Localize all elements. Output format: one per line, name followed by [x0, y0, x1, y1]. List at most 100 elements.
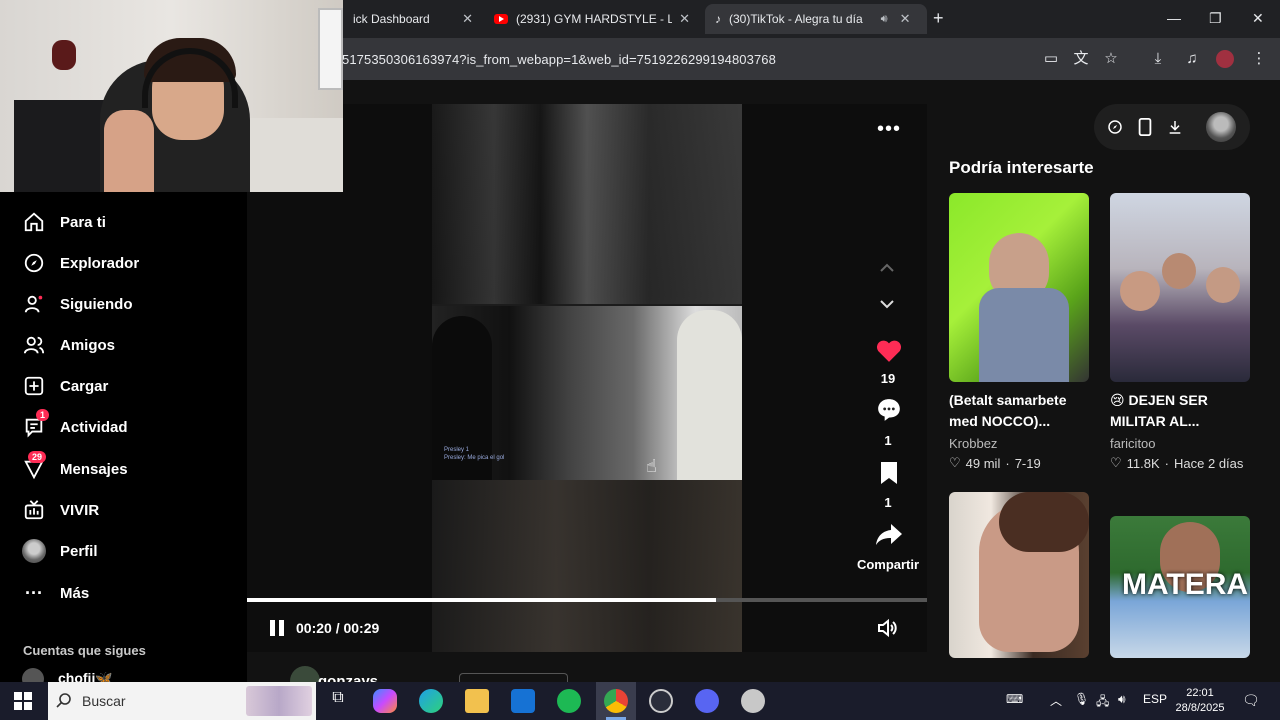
progress-bar-fill	[247, 598, 716, 602]
close-icon[interactable]: ✕	[462, 11, 473, 27]
pause-icon[interactable]	[268, 619, 286, 637]
download-icon[interactable]	[1165, 117, 1185, 137]
recommendation-thumbnail[interactable]	[1110, 193, 1250, 382]
sidebar-item-para-ti[interactable]: Para ti	[22, 208, 242, 236]
speaker-icon[interactable]: 🔊︎	[881, 13, 888, 26]
edge-icon[interactable]	[419, 689, 443, 713]
next-video-icon[interactable]	[879, 298, 895, 314]
tab-youtube[interactable]: (2931) GYM HARDSTYLE - Last ✕	[484, 4, 700, 34]
volume-icon[interactable]	[876, 616, 900, 640]
file-explorer-icon[interactable]	[465, 689, 489, 713]
tab-title: (2931) GYM HARDSTYLE - Last	[516, 12, 672, 26]
discord-icon[interactable]	[695, 689, 719, 713]
chevron-up-icon[interactable]: ︿	[1050, 692, 1062, 709]
sidebar-item-mensajes[interactable]: 29 Mensajes	[22, 451, 242, 483]
following-icon	[22, 292, 46, 316]
avatar[interactable]	[1206, 112, 1236, 142]
heart-outline-icon: ♡	[949, 455, 961, 470]
more-options-icon[interactable]: •••	[877, 118, 901, 141]
close-window-button[interactable]: ✕	[1252, 10, 1264, 27]
live-icon	[22, 498, 46, 522]
bookmark-star-icon[interactable]: ☆	[1102, 50, 1120, 68]
tab-tiktok[interactable]: ♪ (30)TikTok - Alegra tu día 🔊︎ ✕	[705, 4, 927, 34]
app-icon[interactable]	[741, 689, 765, 713]
obs-icon[interactable]	[649, 689, 673, 713]
recommendation-thumbnail[interactable]	[949, 492, 1089, 658]
task-view-icon[interactable]: ⧉	[326, 689, 350, 713]
recommendations-title: Podría interesarte	[949, 158, 1094, 177]
search-highlight-image	[246, 686, 312, 716]
sidebar-item-label: Para ti	[60, 213, 106, 231]
close-icon[interactable]: ✕	[900, 11, 911, 27]
clock[interactable]: 22:01 28/8/2025	[1170, 686, 1230, 716]
language-indicator[interactable]: ESP	[1143, 692, 1167, 706]
sidebar-item-perfil[interactable]: Perfil	[22, 537, 242, 565]
microphone-icon[interactable]: 🎙︎	[1074, 692, 1089, 706]
sidebar-item-siguiendo[interactable]: Siguiendo	[22, 290, 242, 318]
search-placeholder: Buscar	[82, 693, 126, 709]
media-control-icon[interactable]: ♫	[1183, 50, 1201, 68]
minimize-button[interactable]: —	[1167, 10, 1181, 26]
friends-icon	[22, 333, 46, 357]
sidebar-item-label: Amigos	[60, 336, 116, 354]
video-caption: Presley 1 Presley: Me pica el gol	[444, 447, 505, 461]
video-frame[interactable]: Presley 1 Presley: Me pica el gol	[432, 104, 742, 652]
sidebar-item-label: Perfil	[60, 542, 98, 560]
translate-icon[interactable]: 文	[1072, 50, 1090, 68]
keyboard-icon[interactable]: ⌨	[1006, 692, 1023, 706]
recommendation-meta: ♡ 11.8K · Hace 2 días	[1110, 455, 1244, 471]
maximize-button[interactable]: ❐	[1209, 10, 1222, 27]
comment-icon[interactable]	[875, 396, 903, 424]
close-icon[interactable]: ✕	[679, 11, 690, 27]
recommendation-author[interactable]: Krobbez	[949, 436, 997, 451]
sidebar-item-actividad[interactable]: 1 Actividad	[22, 409, 242, 441]
url-field[interactable]: 5175350306163974?is_from_webapp=1&web_id…	[342, 52, 776, 67]
sidebar-item-label: Mensajes	[60, 460, 128, 478]
upload-icon	[22, 374, 46, 398]
tiktok-icon: ♪	[715, 12, 721, 26]
recommendation-caption[interactable]: 😢 DEJEN SER MILITAR AL...	[1110, 390, 1260, 432]
video-person	[677, 310, 742, 480]
network-icon[interactable]: 🖧︎	[1096, 692, 1109, 713]
compass-icon[interactable]	[1105, 117, 1125, 137]
notification-badge: 1	[36, 409, 50, 421]
windows-start-icon[interactable]	[14, 692, 32, 710]
new-tab-button[interactable]: +	[933, 8, 944, 29]
install-app-icon[interactable]: ▭	[1042, 50, 1060, 68]
sidebar-item-label: VIVIR	[60, 501, 100, 519]
taskbar-search[interactable]: Buscar	[48, 682, 316, 720]
search-icon	[56, 692, 72, 713]
activity-icon: 1	[22, 409, 50, 439]
sidebar-item-vivir[interactable]: VIVIR	[22, 496, 242, 524]
recommendation-caption[interactable]: (Betalt samarbete med NOCCO)...	[949, 390, 1099, 432]
recommendation-author[interactable]: faricitoo	[1110, 436, 1156, 451]
webcam-overlay	[0, 0, 343, 192]
chrome-icon[interactable]	[604, 689, 628, 713]
notifications-icon[interactable]: 🗨︎	[1242, 692, 1260, 709]
sidebar-item-mas[interactable]: ··· Más	[22, 579, 242, 607]
bookmark-icon[interactable]	[875, 459, 903, 487]
share-label[interactable]: Compartir	[848, 557, 928, 572]
copilot-icon[interactable]	[373, 689, 397, 713]
recommendation-thumbnail[interactable]	[949, 193, 1089, 382]
sidebar-item-explorador[interactable]: Explorador	[22, 249, 242, 277]
download-icon[interactable]: ⤓	[1149, 50, 1167, 68]
outlook-icon[interactable]	[511, 689, 535, 713]
menu-icon[interactable]: ⋮	[1250, 50, 1268, 68]
thumbnail-overlay-text: MATERA	[1122, 568, 1249, 601]
following-section-title: Cuentas que sigues	[23, 643, 146, 658]
recommendation-meta: ♡ 49 mil · 7-19	[949, 455, 1041, 471]
like-icon[interactable]	[875, 337, 903, 365]
tab-dashboard[interactable]: ick Dashboard ✕	[343, 4, 483, 34]
profile-icon[interactable]	[1216, 50, 1234, 68]
sidebar-item-label: Más	[60, 584, 90, 602]
volume-icon[interactable]: 🔊︎	[1118, 692, 1126, 707]
spotify-icon[interactable]	[557, 689, 581, 713]
share-icon[interactable]	[875, 521, 903, 549]
previous-video-icon[interactable]	[879, 260, 895, 276]
recommendation-thumbnail[interactable]: MATERA	[1110, 516, 1250, 658]
sidebar-item-cargar[interactable]: Cargar	[22, 372, 242, 400]
phone-icon[interactable]	[1135, 117, 1155, 137]
comment-count: 1	[884, 433, 892, 448]
sidebar-item-amigos[interactable]: Amigos	[22, 331, 242, 359]
